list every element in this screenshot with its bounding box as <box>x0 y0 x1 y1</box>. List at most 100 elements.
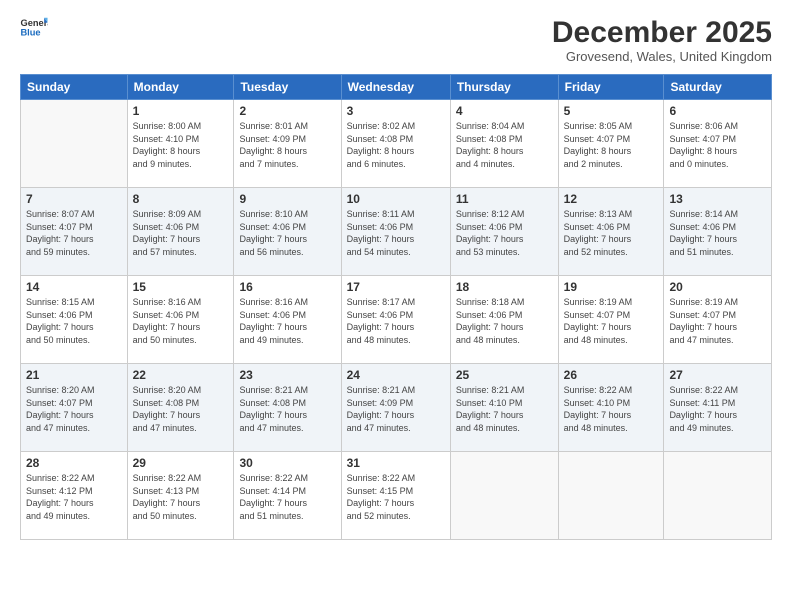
col-thursday: Thursday <box>450 75 558 100</box>
day-info: Sunrise: 8:10 AM Sunset: 4:06 PM Dayligh… <box>239 208 335 258</box>
day-info: Sunrise: 8:19 AM Sunset: 4:07 PM Dayligh… <box>669 296 766 346</box>
table-cell: 22 Sunrise: 8:20 AM Sunset: 4:08 PM Dayli… <box>127 364 234 452</box>
table-row: 1 Sunrise: 8:00 AM Sunset: 4:10 PM Daylig… <box>21 100 772 188</box>
table-cell: 30 Sunrise: 8:22 AM Sunset: 4:14 PM Dayli… <box>234 452 341 540</box>
day-number: 17 <box>347 280 445 294</box>
day-info: Sunrise: 8:22 AM Sunset: 4:13 PM Dayligh… <box>133 472 229 522</box>
table-cell: 31Sunrise: 8:22 AM Sunset: 4:15 PM Dayli… <box>341 452 450 540</box>
table-cell: 17Sunrise: 8:17 AM Sunset: 4:06 PM Dayli… <box>341 276 450 364</box>
day-info: Sunrise: 8:21 AM Sunset: 4:09 PM Dayligh… <box>347 384 445 434</box>
day-info: Sunrise: 8:20 AM Sunset: 4:07 PM Dayligh… <box>26 384 122 434</box>
table-cell: 16Sunrise: 8:16 AM Sunset: 4:06 PM Dayli… <box>234 276 341 364</box>
table-cell: 14Sunrise: 8:15 AM Sunset: 4:06 PM Dayli… <box>21 276 128 364</box>
table-row: 28 Sunrise: 8:22 AM Sunset: 4:12 PM Dayli… <box>21 452 772 540</box>
col-monday: Monday <box>127 75 234 100</box>
table-cell: 18 Sunrise: 8:18 AM Sunset: 4:06 PM Dayli… <box>450 276 558 364</box>
day-number: 15 <box>133 280 229 294</box>
day-info: Sunrise: 8:01 AM Sunset: 4:09 PM Dayligh… <box>239 120 335 170</box>
day-info: Sunrise: 8:02 AM Sunset: 4:08 PM Dayligh… <box>347 120 445 170</box>
table-cell <box>558 452 664 540</box>
day-info: Sunrise: 8:05 AM Sunset: 4:07 PM Dayligh… <box>564 120 659 170</box>
day-info: Sunrise: 8:21 AM Sunset: 4:08 PM Dayligh… <box>239 384 335 434</box>
day-info: Sunrise: 8:20 AM Sunset: 4:08 PM Dayligh… <box>133 384 229 434</box>
day-number: 21 <box>26 368 122 382</box>
day-number: 13 <box>669 192 766 206</box>
day-number: 27 <box>669 368 766 382</box>
table-cell: 19 Sunrise: 8:19 AM Sunset: 4:07 PM Dayli… <box>558 276 664 364</box>
day-info: Sunrise: 8:12 AM Sunset: 4:06 PM Dayligh… <box>456 208 553 258</box>
day-info: Sunrise: 8:11 AM Sunset: 4:06 PM Dayligh… <box>347 208 445 258</box>
table-cell <box>21 100 128 188</box>
table-cell: 4Sunrise: 8:04 AM Sunset: 4:08 PM Daylig… <box>450 100 558 188</box>
table-cell: 12 Sunrise: 8:13 AM Sunset: 4:06 PM Dayli… <box>558 188 664 276</box>
day-number: 24 <box>347 368 445 382</box>
day-number: 3 <box>347 104 445 118</box>
svg-text:Blue: Blue <box>20 27 40 37</box>
day-number: 29 <box>133 456 229 470</box>
day-info: Sunrise: 8:00 AM Sunset: 4:10 PM Dayligh… <box>133 120 229 170</box>
day-info: Sunrise: 8:14 AM Sunset: 4:06 PM Dayligh… <box>669 208 766 258</box>
table-row: 14Sunrise: 8:15 AM Sunset: 4:06 PM Dayli… <box>21 276 772 364</box>
col-saturday: Saturday <box>664 75 772 100</box>
day-number: 18 <box>456 280 553 294</box>
day-info: Sunrise: 8:21 AM Sunset: 4:10 PM Dayligh… <box>456 384 553 434</box>
table-cell: 25 Sunrise: 8:21 AM Sunset: 4:10 PM Dayli… <box>450 364 558 452</box>
day-number: 9 <box>239 192 335 206</box>
table-cell: 13 Sunrise: 8:14 AM Sunset: 4:06 PM Dayli… <box>664 188 772 276</box>
table-cell: 9 Sunrise: 8:10 AM Sunset: 4:06 PM Daylig… <box>234 188 341 276</box>
table-cell: 26Sunrise: 8:22 AM Sunset: 4:10 PM Dayli… <box>558 364 664 452</box>
table-cell: 20 Sunrise: 8:19 AM Sunset: 4:07 PM Dayli… <box>664 276 772 364</box>
table-cell: 29 Sunrise: 8:22 AM Sunset: 4:13 PM Dayli… <box>127 452 234 540</box>
day-number: 14 <box>26 280 122 294</box>
day-info: Sunrise: 8:07 AM Sunset: 4:07 PM Dayligh… <box>26 208 122 258</box>
day-number: 31 <box>347 456 445 470</box>
day-number: 7 <box>26 192 122 206</box>
day-number: 11 <box>456 192 553 206</box>
day-number: 19 <box>564 280 659 294</box>
day-info: Sunrise: 8:22 AM Sunset: 4:12 PM Dayligh… <box>26 472 122 522</box>
table-cell: 24 Sunrise: 8:21 AM Sunset: 4:09 PM Dayli… <box>341 364 450 452</box>
col-sunday: Sunday <box>21 75 128 100</box>
day-number: 30 <box>239 456 335 470</box>
logo-icon: General Blue <box>20 16 48 38</box>
day-number: 6 <box>669 104 766 118</box>
day-number: 10 <box>347 192 445 206</box>
table-cell <box>664 452 772 540</box>
day-number: 2 <box>239 104 335 118</box>
day-number: 4 <box>456 104 553 118</box>
day-info: Sunrise: 8:19 AM Sunset: 4:07 PM Dayligh… <box>564 296 659 346</box>
table-cell: 6 Sunrise: 8:06 AM Sunset: 4:07 PM Daylig… <box>664 100 772 188</box>
day-info: Sunrise: 8:16 AM Sunset: 4:06 PM Dayligh… <box>133 296 229 346</box>
day-info: Sunrise: 8:13 AM Sunset: 4:06 PM Dayligh… <box>564 208 659 258</box>
day-number: 22 <box>133 368 229 382</box>
table-row: 21 Sunrise: 8:20 AM Sunset: 4:07 PM Dayli… <box>21 364 772 452</box>
day-info: Sunrise: 8:22 AM Sunset: 4:14 PM Dayligh… <box>239 472 335 522</box>
day-info: Sunrise: 8:06 AM Sunset: 4:07 PM Dayligh… <box>669 120 766 170</box>
table-cell: 28 Sunrise: 8:22 AM Sunset: 4:12 PM Dayli… <box>21 452 128 540</box>
table-cell: 11 Sunrise: 8:12 AM Sunset: 4:06 PM Dayli… <box>450 188 558 276</box>
table-cell <box>450 452 558 540</box>
table-cell: 27Sunrise: 8:22 AM Sunset: 4:11 PM Dayli… <box>664 364 772 452</box>
table-cell: 3 Sunrise: 8:02 AM Sunset: 4:08 PM Daylig… <box>341 100 450 188</box>
month-title: December 2025 <box>552 16 772 49</box>
day-number: 12 <box>564 192 659 206</box>
day-number: 25 <box>456 368 553 382</box>
table-cell: 21 Sunrise: 8:20 AM Sunset: 4:07 PM Dayli… <box>21 364 128 452</box>
day-number: 20 <box>669 280 766 294</box>
day-info: Sunrise: 8:09 AM Sunset: 4:06 PM Dayligh… <box>133 208 229 258</box>
day-number: 1 <box>133 104 229 118</box>
table-cell: 8Sunrise: 8:09 AM Sunset: 4:06 PM Daylig… <box>127 188 234 276</box>
day-info: Sunrise: 8:18 AM Sunset: 4:06 PM Dayligh… <box>456 296 553 346</box>
table-cell: 2 Sunrise: 8:01 AM Sunset: 4:09 PM Daylig… <box>234 100 341 188</box>
col-wednesday: Wednesday <box>341 75 450 100</box>
day-number: 5 <box>564 104 659 118</box>
day-number: 28 <box>26 456 122 470</box>
title-block: December 2025 Grovesend, Wales, United K… <box>552 16 772 64</box>
day-info: Sunrise: 8:22 AM Sunset: 4:10 PM Dayligh… <box>564 384 659 434</box>
header-row: Sunday Monday Tuesday Wednesday Thursday… <box>21 75 772 100</box>
table-cell: 15 Sunrise: 8:16 AM Sunset: 4:06 PM Dayli… <box>127 276 234 364</box>
logo: General Blue <box>20 16 48 38</box>
col-friday: Friday <box>558 75 664 100</box>
table-cell: 10 Sunrise: 8:11 AM Sunset: 4:06 PM Dayli… <box>341 188 450 276</box>
day-info: Sunrise: 8:16 AM Sunset: 4:06 PM Dayligh… <box>239 296 335 346</box>
